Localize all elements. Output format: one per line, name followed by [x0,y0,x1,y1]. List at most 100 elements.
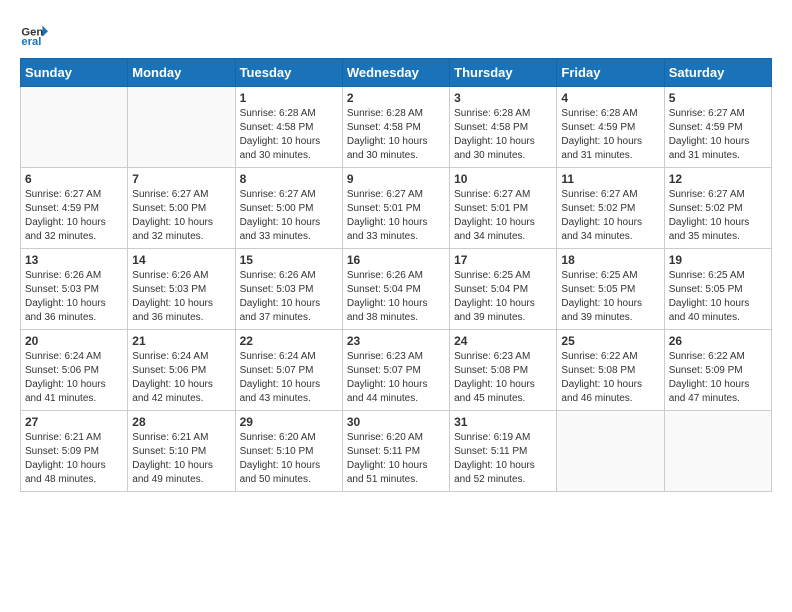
sunrise-text: Sunrise: 6:25 AM [454,269,552,283]
day-info: Sunrise: 6:24 AMSunset: 5:06 PMDaylight:… [132,350,230,406]
calendar-cell: 28Sunrise: 6:21 AMSunset: 5:10 PMDayligh… [128,411,235,492]
calendar-cell: 11Sunrise: 6:27 AMSunset: 5:02 PMDayligh… [557,168,664,249]
sunset-text: Sunset: 5:02 PM [561,202,659,216]
day-number: 24 [454,334,552,348]
sunset-text: Sunset: 5:09 PM [669,364,767,378]
sunrise-text: Sunrise: 6:27 AM [669,107,767,121]
sunset-text: Sunset: 5:02 PM [669,202,767,216]
sunset-text: Sunset: 5:05 PM [561,283,659,297]
daylight-text: Daylight: 10 hours and 47 minutes. [669,378,767,406]
calendar-cell: 12Sunrise: 6:27 AMSunset: 5:02 PMDayligh… [664,168,771,249]
sunrise-text: Sunrise: 6:27 AM [132,188,230,202]
sunset-text: Sunset: 5:07 PM [240,364,338,378]
calendar-cell: 18Sunrise: 6:25 AMSunset: 5:05 PMDayligh… [557,249,664,330]
day-header: Thursday [450,59,557,87]
daylight-text: Daylight: 10 hours and 33 minutes. [347,216,445,244]
calendar-cell: 23Sunrise: 6:23 AMSunset: 5:07 PMDayligh… [342,330,449,411]
calendar-cell: 10Sunrise: 6:27 AMSunset: 5:01 PMDayligh… [450,168,557,249]
sunrise-text: Sunrise: 6:27 AM [669,188,767,202]
day-number: 19 [669,253,767,267]
calendar-cell: 7 Sunrise: 6:27 AMSunset: 5:00 PMDaylight… [128,168,235,249]
day-number: 15 [240,253,338,267]
sunset-text: Sunset: 5:06 PM [132,364,230,378]
calendar-cell: 3Sunrise: 6:28 AMSunset: 4:58 PMDaylight… [450,87,557,168]
day-info: Sunrise: 6:26 AMSunset: 5:04 PMDaylight:… [347,269,445,325]
sunset-text: Sunset: 5:03 PM [25,283,123,297]
sunset-text: Sunset: 4:59 PM [561,121,659,135]
day-header: Saturday [664,59,771,87]
daylight-text: Daylight: 10 hours and 32 minutes. [25,216,123,244]
daylight-text: Daylight: 10 hours and 42 minutes. [132,378,230,406]
day-header: Tuesday [235,59,342,87]
daylight-text: Daylight: 10 hours and 49 minutes. [132,459,230,487]
day-info: Sunrise: 6:28 AMSunset: 4:58 PMDaylight:… [240,107,338,163]
calendar-cell: 16Sunrise: 6:26 AMSunset: 5:04 PMDayligh… [342,249,449,330]
day-number: 21 [132,334,230,348]
day-info: Sunrise: 6:22 AMSunset: 5:08 PMDaylight:… [561,350,659,406]
day-info: Sunrise: 6:27 AMSunset: 4:59 PMDaylight:… [25,188,123,244]
day-header: Wednesday [342,59,449,87]
day-number: 14 [132,253,230,267]
daylight-text: Daylight: 10 hours and 36 minutes. [25,297,123,325]
daylight-text: Daylight: 10 hours and 51 minutes. [347,459,445,487]
sunrise-text: Sunrise: 6:24 AM [25,350,123,364]
day-number: 10 [454,172,552,186]
daylight-text: Daylight: 10 hours and 46 minutes. [561,378,659,406]
sunset-text: Sunset: 4:58 PM [454,121,552,135]
day-info: Sunrise: 6:26 AMSunset: 5:03 PMDaylight:… [132,269,230,325]
day-number: 5 [669,91,767,105]
calendar-cell: 25Sunrise: 6:22 AMSunset: 5:08 PMDayligh… [557,330,664,411]
day-info: Sunrise: 6:22 AMSunset: 5:09 PMDaylight:… [669,350,767,406]
daylight-text: Daylight: 10 hours and 31 minutes. [561,135,659,163]
sunset-text: Sunset: 5:08 PM [561,364,659,378]
sunrise-text: Sunrise: 6:27 AM [561,188,659,202]
sunrise-text: Sunrise: 6:21 AM [25,431,123,445]
sunrise-text: Sunrise: 6:23 AM [347,350,445,364]
sunset-text: Sunset: 5:10 PM [132,445,230,459]
day-info: Sunrise: 6:27 AMSunset: 5:00 PMDaylight:… [132,188,230,244]
calendar-cell: 29Sunrise: 6:20 AMSunset: 5:10 PMDayligh… [235,411,342,492]
calendar-cell: 21 Sunrise: 6:24 AMSunset: 5:06 PMDayligh… [128,330,235,411]
calendar-week-row: 13Sunrise: 6:26 AMSunset: 5:03 PMDayligh… [21,249,772,330]
day-info: Sunrise: 6:23 AMSunset: 5:08 PMDaylight:… [454,350,552,406]
day-header: Monday [128,59,235,87]
sunset-text: Sunset: 5:06 PM [25,364,123,378]
daylight-text: Daylight: 10 hours and 35 minutes. [669,216,767,244]
day-info: Sunrise: 6:20 AMSunset: 5:10 PMDaylight:… [240,431,338,487]
day-number: 22 [240,334,338,348]
day-info: Sunrise: 6:25 AMSunset: 5:05 PMDaylight:… [669,269,767,325]
day-number: 7 [132,172,230,186]
sunrise-text: Sunrise: 6:27 AM [454,188,552,202]
day-number: 27 [25,415,123,429]
calendar-cell: 19 Sunrise: 6:25 AMSunset: 5:05 PMDayligh… [664,249,771,330]
day-number: 9 [347,172,445,186]
sunset-text: Sunset: 5:01 PM [347,202,445,216]
sunrise-text: Sunrise: 6:23 AM [454,350,552,364]
sunrise-text: Sunrise: 6:20 AM [240,431,338,445]
sunrise-text: Sunrise: 6:28 AM [240,107,338,121]
sunrise-text: Sunrise: 6:28 AM [347,107,445,121]
daylight-text: Daylight: 10 hours and 34 minutes. [454,216,552,244]
day-info: Sunrise: 6:24 AMSunset: 5:07 PMDaylight:… [240,350,338,406]
calendar-cell: 14 Sunrise: 6:26 AMSunset: 5:03 PMDayligh… [128,249,235,330]
day-number: 2 [347,91,445,105]
day-number: 26 [669,334,767,348]
sunrise-text: Sunrise: 6:26 AM [240,269,338,283]
calendar-cell: 22 Sunrise: 6:24 AMSunset: 5:07 PMDayligh… [235,330,342,411]
day-number: 17 [454,253,552,267]
calendar-cell: 15Sunrise: 6:26 AMSunset: 5:03 PMDayligh… [235,249,342,330]
sunset-text: Sunset: 5:11 PM [454,445,552,459]
sunset-text: Sunset: 5:11 PM [347,445,445,459]
sunset-text: Sunset: 4:58 PM [240,121,338,135]
calendar-cell: 17Sunrise: 6:25 AMSunset: 5:04 PMDayligh… [450,249,557,330]
day-info: Sunrise: 6:27 AMSunset: 5:02 PMDaylight:… [669,188,767,244]
calendar-cell: 8Sunrise: 6:27 AMSunset: 5:00 PMDaylight… [235,168,342,249]
day-number: 28 [132,415,230,429]
calendar-week-row: 20Sunrise: 6:24 AMSunset: 5:06 PMDayligh… [21,330,772,411]
sunrise-text: Sunrise: 6:27 AM [240,188,338,202]
daylight-text: Daylight: 10 hours and 39 minutes. [454,297,552,325]
sunset-text: Sunset: 5:10 PM [240,445,338,459]
day-number: 30 [347,415,445,429]
day-number: 4 [561,91,659,105]
day-header: Sunday [21,59,128,87]
